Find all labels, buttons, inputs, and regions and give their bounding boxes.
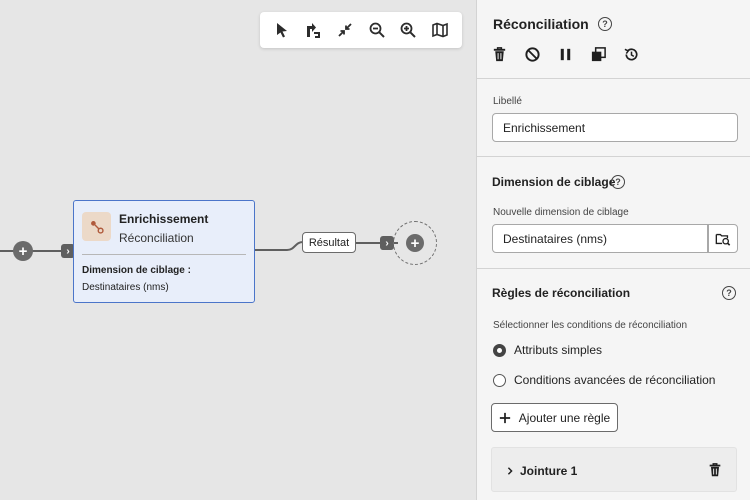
- pause-icon[interactable]: [555, 44, 575, 64]
- history-icon[interactable]: [621, 44, 641, 64]
- panel-title: Réconciliation: [493, 16, 589, 32]
- help-icon[interactable]: ?: [598, 17, 612, 31]
- delete-icon[interactable]: [489, 44, 509, 64]
- label-section: Libellé Enrichissement: [477, 79, 750, 157]
- rules-section-title: Règles de réconciliation: [492, 286, 631, 300]
- connector-line-right: [356, 242, 380, 244]
- copy-icon[interactable]: [588, 44, 608, 64]
- delete-join-icon[interactable]: [706, 461, 724, 479]
- radio-simple-label: Attributs simples: [514, 343, 603, 357]
- radio-selected-dot: [493, 343, 506, 357]
- result-transition-label[interactable]: Résultat: [302, 232, 356, 253]
- node-title: Enrichissement: [119, 212, 209, 226]
- rules-help-icon[interactable]: ?: [722, 286, 736, 300]
- add-activity-icon[interactable]: +: [13, 241, 33, 261]
- plus-icon: [499, 412, 510, 423]
- rotate-icon[interactable]: [301, 18, 325, 42]
- folder-search-icon: [715, 233, 731, 246]
- add-rule-button[interactable]: Ajouter une règle: [491, 403, 618, 432]
- activity-actions: [489, 44, 641, 64]
- connector-curve: [255, 241, 304, 251]
- radio-advanced-label: Conditions avancées de réconciliation: [514, 373, 716, 387]
- collapse-icon[interactable]: [333, 18, 357, 42]
- zoom-out-icon[interactable]: [365, 18, 389, 42]
- join-rule-card[interactable]: Jointure 1: [491, 447, 737, 492]
- new-dimension-label: Nouvelle dimension de ciblage: [493, 207, 629, 218]
- label-input[interactable]: Enrichissement: [492, 113, 738, 142]
- workflow-canvas[interactable]: + › Enrichissement Réconciliation Dimens…: [0, 0, 476, 500]
- reconciliation-icon: [82, 212, 111, 241]
- node-dimension-value: Destinataires (nms): [82, 282, 169, 293]
- dimension-section: Dimension de ciblage ? Nouvelle dimensio…: [477, 157, 750, 269]
- disable-icon[interactable]: [522, 44, 542, 64]
- radio-advanced-conditions[interactable]: Conditions avancées de réconciliation: [493, 373, 715, 387]
- map-icon[interactable]: [428, 18, 452, 42]
- panel-header: Réconciliation ?: [477, 0, 750, 79]
- add-next-activity-button[interactable]: +: [393, 221, 437, 265]
- dimension-help-icon[interactable]: ?: [611, 175, 625, 189]
- canvas-toolbar: [260, 12, 462, 48]
- new-dimension-input[interactable]: Destinataires (nms): [492, 224, 708, 253]
- chevron-right-icon: [507, 467, 513, 475]
- plus-icon: +: [406, 234, 424, 252]
- radio-unselected-dot: [493, 373, 506, 387]
- radio-simple-attributes[interactable]: Attributs simples: [493, 343, 602, 357]
- join-label-text: Jointure 1: [520, 464, 578, 478]
- join-toggle[interactable]: Jointure 1: [506, 464, 577, 478]
- enrichment-activity-node[interactable]: Enrichissement Réconciliation Dimension …: [73, 200, 255, 303]
- node-divider: [82, 254, 246, 255]
- dimension-section-title: Dimension de ciblage: [492, 175, 616, 189]
- output-port-icon: ›: [380, 236, 394, 250]
- zoom-in-icon[interactable]: [396, 18, 420, 42]
- add-rule-label: Ajouter une règle: [518, 410, 611, 425]
- node-subtitle: Réconciliation: [119, 231, 194, 245]
- dimension-browse-button[interactable]: [708, 224, 738, 253]
- node-dimension-label: Dimension de ciblage :: [82, 265, 191, 276]
- label-field-label: Libellé: [493, 96, 522, 107]
- pointer-icon[interactable]: [270, 18, 294, 42]
- rules-instruction: Sélectionner les conditions de réconcili…: [493, 320, 688, 331]
